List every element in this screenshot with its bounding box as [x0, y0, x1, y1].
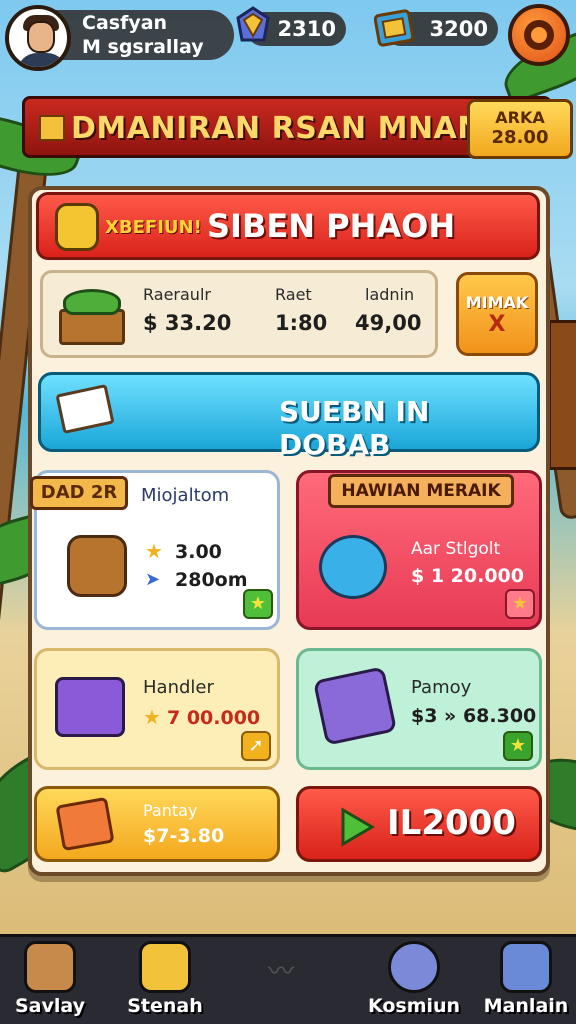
- basket-icon: [59, 289, 125, 345]
- title-banner: DMANIRAN RSAN MNAN ARKA 28.00: [22, 96, 573, 159]
- item-card-1-stat-1: 3.00: [175, 541, 222, 563]
- item-card-5[interactable]: Pantay $7-3.80: [34, 786, 280, 862]
- sign-in-bar[interactable]: SUEBN IN DOBAB: [38, 372, 540, 461]
- item-card-2-name: Aar Stlgolt: [411, 539, 501, 559]
- nav-item-stenah[interactable]: Stenah: [115, 937, 215, 1024]
- info-header-1: Raeraulr: [143, 285, 211, 304]
- mascot-icon: [55, 203, 99, 251]
- player-subtitle: M sgsrallay: [82, 36, 204, 58]
- info-value-2: 1:80: [275, 311, 328, 335]
- info-card[interactable]: Raeraulr $ 33.20 Raet 1:80 ladnin 49,00: [40, 270, 438, 358]
- nav-label-savlay: Savlay: [14, 995, 86, 1017]
- max-button[interactable]: MIMAK X: [456, 272, 538, 356]
- nav-item-center[interactable]: 〰: [238, 937, 338, 1024]
- device-icon: [139, 941, 191, 993]
- ticket-icon: [374, 9, 414, 47]
- star-icon: ★: [145, 539, 163, 563]
- buy-button-label: IL2000: [387, 803, 516, 843]
- promo-bar[interactable]: XBEFIUN! SIBEN PHAOH: [36, 192, 540, 260]
- nav-label-stenah: Stenah: [127, 995, 203, 1017]
- gem-icon: [236, 6, 270, 42]
- star-badge-icon[interactable]: ★: [243, 589, 273, 619]
- nav-item-kosmiun[interactable]: Kosmiun: [364, 937, 464, 1024]
- item-card-5-value: $7-3.80: [143, 825, 225, 847]
- wave-icon: 〰: [268, 957, 295, 987]
- banner-price-label: ARKA: [495, 108, 545, 127]
- nav-item-manlain[interactable]: Manlain: [476, 937, 576, 1024]
- globe-icon: [319, 535, 387, 599]
- cards-icon: [55, 796, 115, 852]
- avatar[interactable]: [5, 5, 71, 71]
- sign-in-label: SUEBN IN DOBAB: [279, 395, 430, 461]
- star-badge-icon[interactable]: ★: [503, 731, 533, 761]
- key-icon: [388, 941, 440, 993]
- nav-label-kosmiun: Kosmiun: [367, 995, 461, 1017]
- banner-title: DMANIRAN RSAN MNAN: [71, 111, 483, 146]
- item-card-2-value: $ 1 20.000: [411, 565, 524, 587]
- item-card-1-stat-2: 280om: [175, 569, 248, 591]
- orb-icon: [312, 666, 398, 746]
- item-card-1-ribbon: DAD 2R: [30, 476, 128, 510]
- arrow-badge-icon[interactable]: ➚: [241, 731, 271, 761]
- buy-button[interactable]: IL2000: [296, 786, 542, 862]
- item-card-3-name: Handler: [143, 677, 214, 698]
- star-icon: ★: [143, 705, 161, 729]
- bottom-nav: Savlay Stenah 〰 Kosmiun Manlain: [0, 934, 576, 1024]
- character-icon: [24, 941, 76, 993]
- item-card-2-ribbon: HAWIAN MERAIK: [328, 474, 514, 508]
- robot-icon: [500, 941, 552, 993]
- max-button-label: MIMAK: [465, 293, 529, 312]
- nav-item-savlay[interactable]: Savlay: [0, 937, 100, 1024]
- beach-hut: [548, 320, 576, 470]
- gear-icon: [524, 20, 554, 50]
- item-card-4-value: $3 » 68.300: [411, 705, 537, 727]
- item-card-5-name: Pantay: [143, 801, 198, 820]
- item-card-4-name: Pamoy: [411, 677, 472, 698]
- item-card-3-value: 7 00.000: [167, 707, 261, 729]
- arrow-icon: ➤: [145, 569, 161, 590]
- envelope-icon: [55, 384, 115, 434]
- info-header-2: Raet: [275, 285, 312, 304]
- promo-tag: XBEFIUN!: [105, 217, 202, 238]
- item-card-2-ribbon-label: HAWIAN MERAIK: [341, 481, 501, 501]
- banner-price-value: 28.00: [491, 127, 549, 148]
- star-badge-icon[interactable]: ★: [505, 589, 535, 619]
- banner-price-button[interactable]: ARKA 28.00: [467, 99, 573, 159]
- checkmark-icon: [39, 115, 65, 141]
- player-name: Casfyan: [82, 12, 168, 34]
- play-icon: [341, 807, 375, 847]
- tablet-icon: [55, 677, 125, 737]
- info-value-3: 49,00: [355, 311, 422, 335]
- item-card-1-ribbon-label: DAD 2R: [40, 482, 118, 503]
- promo-title: SIBEN PHAOH: [207, 207, 456, 245]
- info-value-1: $ 33.20: [143, 311, 232, 335]
- gem-count: 2310: [277, 17, 336, 41]
- item-card-4[interactable]: Pamoy $3 » 68.300 ★: [296, 648, 542, 770]
- max-button-x: X: [488, 312, 506, 337]
- bag-icon: [67, 535, 127, 597]
- top-bar: Casfyan M sgsrallay 2310 3200: [0, 0, 576, 84]
- info-header-3: ladnin: [365, 285, 415, 304]
- item-card-1-name: Miojaltom: [141, 485, 230, 506]
- nav-label-manlain: Manlain: [483, 995, 569, 1017]
- ticket-count: 3200: [429, 17, 488, 41]
- settings-button[interactable]: [508, 4, 570, 66]
- item-card-3[interactable]: Handler ★ 7 00.000 ➚: [34, 648, 280, 770]
